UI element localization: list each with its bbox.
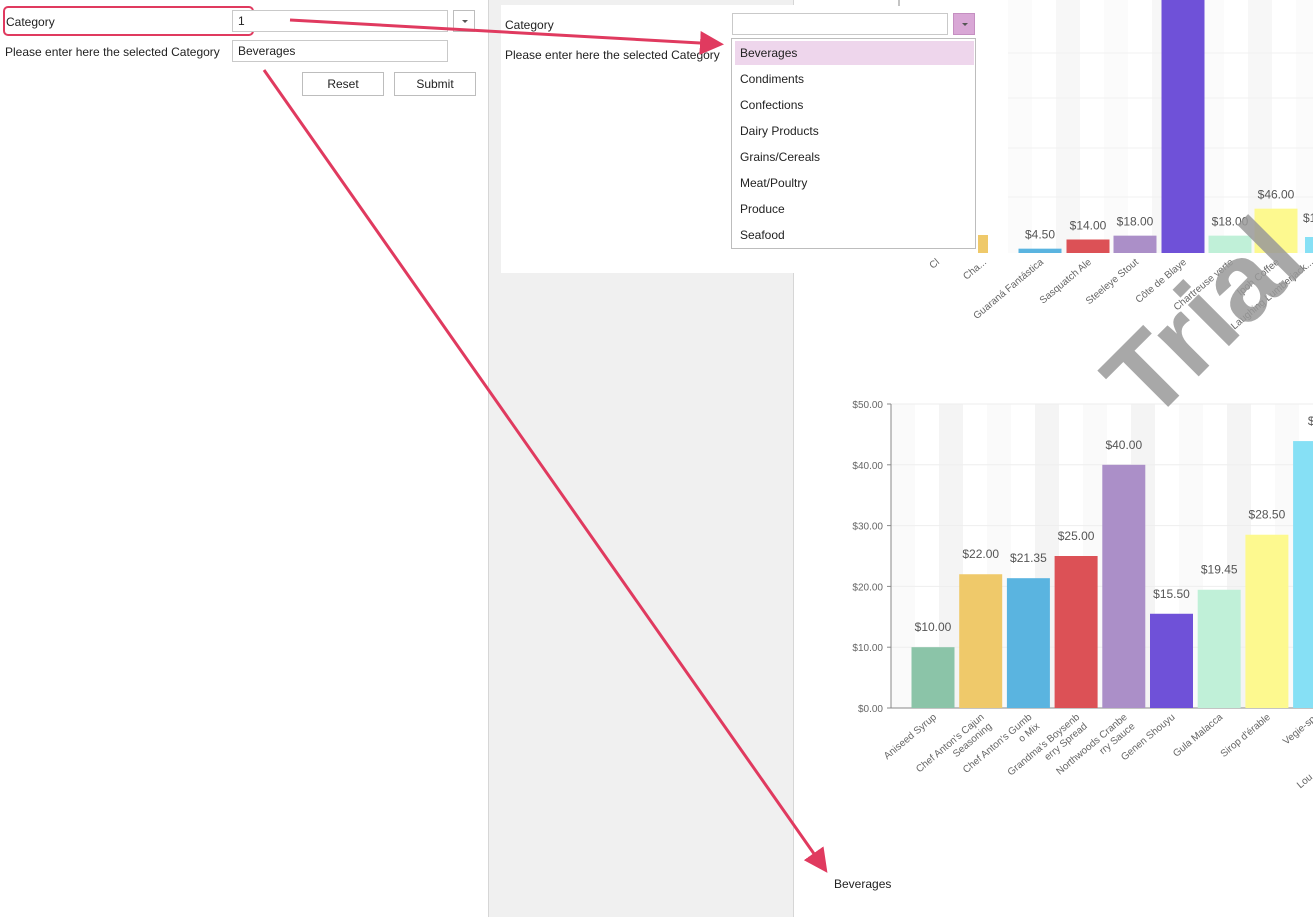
data-label: $40.00 [1105,438,1142,452]
x-tick-label: Sirop d'érable [1219,712,1273,760]
bar [911,647,955,708]
data-label: $25.00 [1058,529,1095,543]
data-label: $10.00 [915,620,952,634]
x-tick-label: Lou [1295,772,1313,791]
data-label: $18.00 [1117,215,1154,229]
data-label: $14.00 [1070,219,1107,233]
plot-band [1056,0,1080,253]
bar [1305,237,1313,253]
dropdown-option[interactable]: Produce [735,197,974,221]
bar [1066,239,1110,253]
dropdown-option[interactable]: Grains/Cereals [735,145,974,169]
bar [1197,589,1241,708]
y-tick-label: $10.00 [852,643,883,654]
bar [978,235,988,253]
data-label: $19.45 [1201,563,1238,577]
data-label: $4.50 [1025,228,1055,242]
bar [1161,0,1205,253]
data-label: $46.00 [1258,188,1295,202]
dropdown-option[interactable]: Confections [735,93,974,117]
data-label: $4 [1308,414,1313,428]
bar [1293,441,1313,708]
bar [1113,235,1157,253]
plot-band [891,404,915,708]
dropdown-option[interactable]: Meat/Poultry [735,171,974,195]
x-tick-label: Cl [928,257,942,272]
bar [1150,613,1193,708]
data-label: $15.50 [1153,587,1190,601]
x-tick-label: Cha... [961,257,989,283]
bottom-chart: $0.00 $10.00 $20.00 $30.00 $40.00 $50.00 $10.0… [852,400,1313,791]
bar [1006,578,1050,708]
bar [1054,556,1098,708]
footer-category-text: Beverages [834,877,892,891]
dropdown-option[interactable]: Beverages [735,41,974,65]
x-tick-label: Gula Malacca [1171,712,1225,760]
plot-band [1008,0,1032,253]
data-label: $21.35 [1010,551,1047,565]
charts-layer: $4.50$14.00$18.00$18.00$46.00$1ClCha...G… [852,0,1313,791]
y-tick-label: $20.00 [852,582,883,593]
bar [1018,248,1062,253]
data-label: $28.50 [1249,508,1286,522]
bar [1102,464,1146,708]
dropdown-option[interactable]: Seafood [735,223,974,247]
y-tick-label: $40.00 [852,461,883,472]
dropdown-option[interactable]: Condiments [735,67,974,91]
bar [1245,534,1289,708]
data-label: $22.00 [962,547,999,561]
category-dropdown-list: Beverages Condiments Confections Dairy Prod… [731,38,976,249]
x-tick-label: Vegie-spr [1281,711,1313,747]
data-label: $1 [1303,211,1313,225]
dropdown-option[interactable]: Dairy Products [735,119,974,143]
y-tick-label: $30.00 [852,522,883,533]
y-tick-label: $0.00 [858,704,883,715]
y-tick-label: $50.00 [852,400,883,411]
bar [959,574,1003,708]
